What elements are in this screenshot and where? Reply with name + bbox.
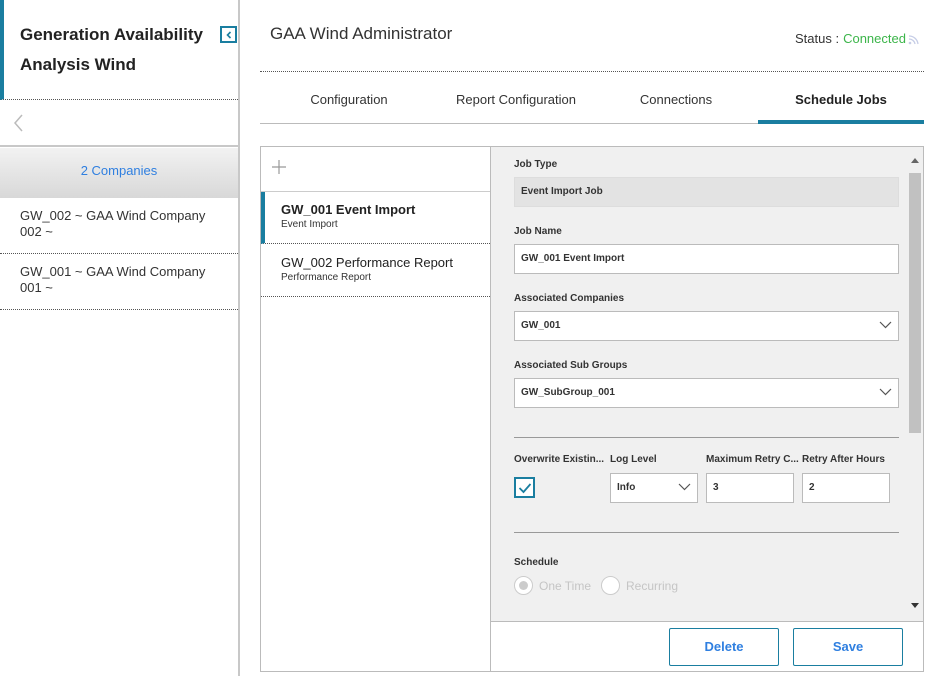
section-divider — [514, 532, 899, 533]
company-list-item[interactable]: GW_002 ~ GAA Wind Company 002 ~ — [0, 198, 238, 254]
associated-companies-value: GW_001 — [521, 320, 561, 331]
radio-label: One Time — [539, 578, 592, 593]
job-subtitle: Performance Report — [281, 272, 372, 283]
job-subtitle: Event Import — [281, 219, 338, 230]
form-scrollbar[interactable] — [909, 157, 921, 617]
job-type-label: Job Type — [514, 159, 558, 170]
status-label: Status : — [795, 31, 840, 46]
company-list-item[interactable]: GW_001 ~ GAA Wind Company 001 ~ — [0, 254, 238, 310]
add-job-button[interactable] — [271, 159, 287, 180]
companies-count-header[interactable]: 2 Companies — [0, 148, 238, 198]
log-level-select[interactable]: Info — [610, 473, 698, 503]
retry-after-hours-input[interactable]: 2 — [802, 473, 890, 503]
scroll-down-icon[interactable] — [911, 603, 919, 609]
scroll-up-icon[interactable] — [911, 157, 919, 163]
radio-dot — [519, 581, 528, 590]
max-retry-input[interactable]: 3 — [706, 473, 794, 503]
job-title: GW_001 Event Import — [281, 202, 416, 217]
overwrite-existing-label: Overwrite Existin... — [514, 454, 605, 465]
save-button[interactable]: Save — [793, 628, 903, 666]
schedule-label: Schedule — [514, 557, 559, 568]
max-retry-label: Maximum Retry C... — [706, 454, 799, 465]
log-level-value: Info — [617, 482, 636, 493]
chevron-down-icon — [678, 483, 691, 491]
chevron-left-icon — [225, 30, 231, 39]
schedule-recurring-radio[interactable]: Recurring — [601, 576, 678, 595]
job-name-input[interactable]: GW_001 Event Import — [514, 244, 899, 274]
radio-circle — [601, 576, 620, 595]
delete-button[interactable]: Delete — [669, 628, 779, 666]
log-level-label: Log Level — [610, 454, 657, 465]
back-button[interactable] — [12, 113, 24, 138]
wifi-icon — [908, 34, 919, 44]
overwrite-existing-checkbox[interactable] — [514, 477, 535, 498]
tab-configuration[interactable]: Configuration — [260, 76, 438, 124]
job-type-field: Event Import Job — [514, 177, 899, 207]
sidebar-header: Generation Availability Analysis Wind — [0, 0, 238, 100]
header-divider — [260, 71, 924, 72]
associated-sub-groups-value: GW_SubGroup_001 — [521, 387, 615, 398]
associated-sub-groups-select[interactable]: GW_SubGroup_001 — [514, 378, 899, 408]
associated-sub-groups-label: Associated Sub Groups — [514, 360, 628, 371]
tab-schedule-jobs[interactable]: Schedule Jobs — [758, 76, 924, 124]
tab-report-configuration[interactable]: Report Configuration — [438, 76, 594, 124]
job-list-item[interactable]: GW_001 Event Import Event Import — [261, 192, 490, 244]
check-icon — [518, 482, 531, 493]
retry-after-hours-label: Retry After Hours — [802, 454, 885, 465]
job-list-panel: GW_001 Event Import Event Import GW_002 … — [260, 146, 490, 672]
form-footer: Delete Save — [490, 622, 924, 672]
left-panel: Generation Availability Analysis Wind 2 … — [0, 0, 240, 676]
job-list-item[interactable]: GW_002 Performance Report Performance Re… — [261, 245, 490, 297]
job-name-label: Job Name — [514, 226, 562, 237]
job-title: GW_002 Performance Report — [281, 255, 453, 270]
radio-circle — [514, 576, 533, 595]
back-row — [0, 101, 238, 147]
status-value: Connected — [843, 31, 906, 46]
associated-companies-label: Associated Companies — [514, 293, 625, 304]
plus-icon — [272, 160, 286, 174]
tab-bar: Configuration Report Configuration Conne… — [260, 76, 924, 124]
chevron-left-icon — [14, 114, 23, 132]
tab-connections[interactable]: Connections — [594, 76, 758, 124]
chevron-down-icon — [879, 388, 892, 396]
associated-companies-select[interactable]: GW_001 — [514, 311, 899, 341]
section-divider — [514, 437, 899, 438]
connection-status: Status : Connected — [795, 31, 920, 46]
chevron-down-icon — [879, 321, 892, 329]
page-title: GAA Wind Administrator — [270, 24, 453, 43]
schedule-one-time-radio[interactable]: One Time — [514, 576, 591, 595]
scroll-thumb[interactable] — [909, 173, 921, 433]
radio-label: Recurring — [626, 578, 679, 593]
app-title: Generation Availability Analysis Wind — [20, 25, 203, 74]
collapse-sidebar-button[interactable] — [220, 26, 237, 43]
job-detail-form: Job Type Event Import Job Job Name GW_00… — [490, 146, 924, 622]
